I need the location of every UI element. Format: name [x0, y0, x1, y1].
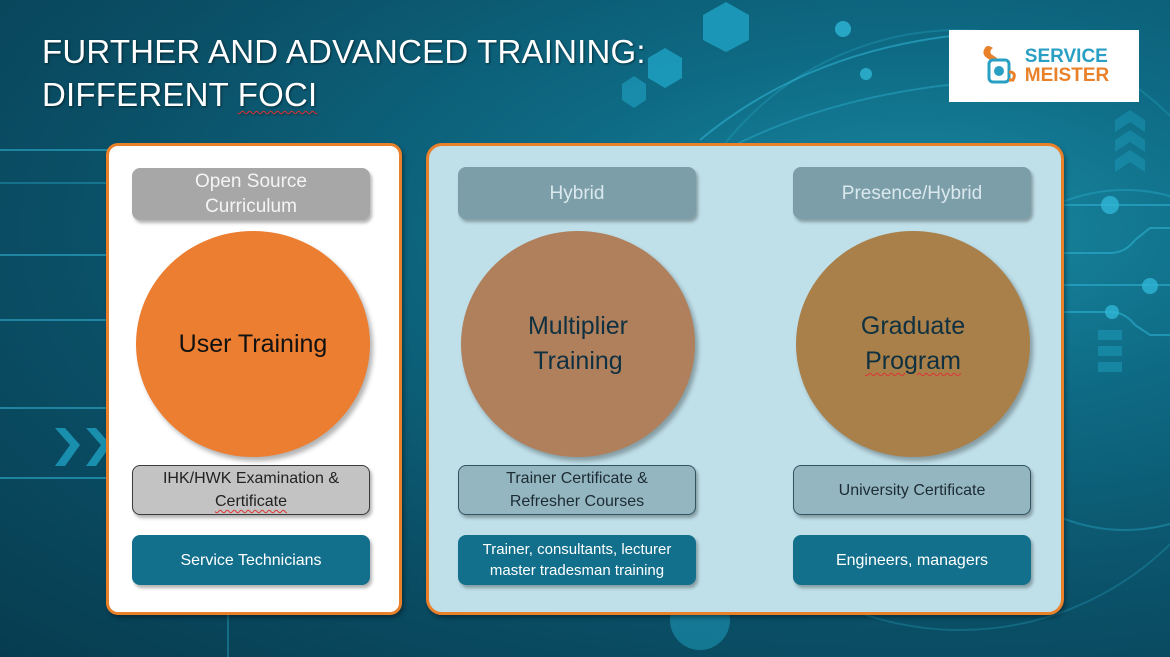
advanced-training-panel: Hybrid Multiplier Training Trainer Certi… [426, 143, 1064, 615]
audience-box-service-technicians: Service Technicians [132, 535, 370, 585]
slide-title: FURTHER AND ADVANCED TRAINING: DIFFERENT… [42, 30, 646, 116]
logo-word-service: SERVICE [1024, 46, 1108, 67]
certificate-box-university: University Certificate [793, 465, 1031, 515]
program-circle-multiplier-training: Multiplier Training [461, 231, 695, 457]
certificate-box-trainer: Trainer Certificate & Refresher Courses [458, 465, 696, 515]
service-meister-logo: SERVICE MEISTER [949, 30, 1139, 102]
program-circle-user-training: User Training [136, 231, 370, 457]
program-circle-graduate-program: Graduate Program [796, 231, 1030, 457]
certificate-box-ihk-hwk: IHK/HWK Examination & Certificate [132, 465, 370, 515]
title-line-1: FURTHER AND ADVANCED TRAINING: [42, 33, 646, 70]
delivery-label-hybrid: Hybrid [458, 167, 696, 219]
title-line-2: DIFFERENT FOCI [42, 76, 318, 113]
audience-box-trainers: Trainer, consultants, lecturer master tr… [458, 535, 696, 585]
wrench-mug-icon [983, 46, 1016, 84]
logo-text: SERVICE MEISTER [1025, 47, 1109, 85]
logo-word-meister: MEISTER [1024, 65, 1110, 86]
delivery-label-open-source: Open Source Curriculum [132, 168, 370, 220]
user-training-panel: Open Source Curriculum User Training IHK… [106, 143, 402, 615]
delivery-label-presence-hybrid: Presence/Hybrid [793, 167, 1031, 219]
audience-box-engineers: Engineers, managers [793, 535, 1031, 585]
